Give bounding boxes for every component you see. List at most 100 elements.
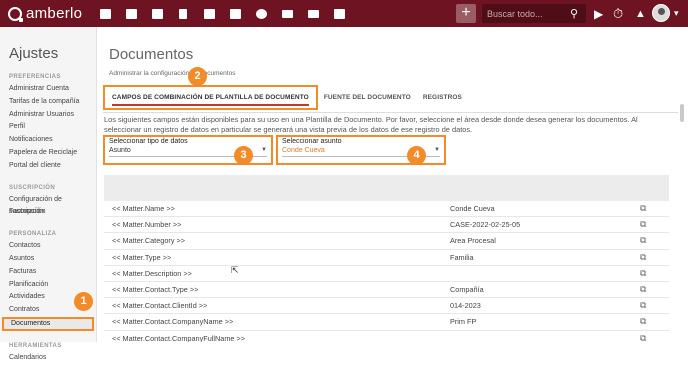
- table-row: << Matter.Contact.Type >> Compañía ⧉: [104, 282, 669, 299]
- step-badge-1: 1: [74, 292, 93, 311]
- field-name: << Matter.Category >>: [112, 236, 186, 246]
- field-value: Prim FP: [450, 317, 477, 327]
- billing-icon[interactable]: [196, 0, 222, 27]
- tab-bar: CAMPOS DE COMBINACIÓN DE PLANTILLA DE DO…: [103, 82, 678, 112]
- sidebar-section-header: HERRAMIENTAS: [9, 342, 62, 349]
- sidebar-item[interactable]: Administrar Usuarios: [0, 109, 96, 122]
- sidebar-item[interactable]: Perfil: [0, 121, 96, 134]
- matters-icon[interactable]: [144, 0, 170, 27]
- play-icon[interactable]: ▶: [594, 0, 603, 27]
- search-icon[interactable]: ⚲: [564, 7, 584, 20]
- sidebar-item[interactable]: Calendarios: [0, 352, 96, 365]
- mouse-cursor-icon: ⇱: [231, 265, 239, 275]
- matter-selected: Conde Cueva: [282, 147, 325, 154]
- sidebar-item[interactable]: Configuración de suscripción: [0, 194, 96, 216]
- field-value: CASE-2022-02-25-05: [450, 220, 521, 230]
- email-icon[interactable]: [300, 0, 326, 27]
- sidebar-section-header: PREFERENCIAS: [9, 74, 61, 80]
- field-value: Conde Cueva: [450, 204, 495, 214]
- field-name: << Matter.Contact.ClientId >>: [112, 301, 208, 311]
- copy-icon[interactable]: ⧉: [640, 333, 660, 342]
- main-content: Documentos Administrar la configuración …: [98, 27, 688, 342]
- sidebar-item[interactable]: Administrar Cuenta: [0, 83, 96, 96]
- field-value: Compañía: [450, 285, 484, 295]
- sidebar-section-header: PERSONALIZA: [9, 231, 57, 238]
- table-row: << Matter.Contact.CompanyFullName >> ⧉: [104, 331, 669, 342]
- sidebar-item[interactable]: Planificación: [0, 279, 96, 292]
- table-row: << Matter.Number >> CASE-2022-02-25-05 ⧉: [104, 217, 669, 234]
- copy-icon[interactable]: ⧉: [640, 284, 660, 295]
- avatar[interactable]: [652, 4, 670, 22]
- data-type-selected: Asunto: [109, 147, 131, 154]
- folder-icon[interactable]: [274, 0, 300, 27]
- image-icon[interactable]: [326, 0, 352, 27]
- sidebar-item[interactable]: Contactos: [0, 240, 96, 253]
- matter-label: Seleccionar asunto: [282, 138, 342, 145]
- calendar-icon[interactable]: [222, 0, 248, 27]
- logo-text: amberlo: [26, 5, 83, 22]
- table-row: << Matter.Type >> Familia ⧉: [104, 250, 669, 266]
- timer-icon[interactable]: ⏱: [613, 0, 623, 27]
- table-row: << Matter.Description >> ⧉: [104, 266, 669, 282]
- table-header: [104, 175, 669, 201]
- tab-merge-fields[interactable]: CAMPOS DE COMBINACIÓN DE PLANTILLA DE DO…: [103, 84, 318, 110]
- sidebar-item[interactable]: Tarifas de la compañía: [0, 96, 96, 109]
- field-name: << Matter.Contact.CompanyName >>: [112, 317, 234, 327]
- bell-icon[interactable]: ▲: [635, 0, 646, 27]
- copy-icon[interactable]: ⧉: [640, 316, 660, 327]
- page-title: Documentos: [109, 46, 194, 63]
- field-name: << Matter.Number >>: [112, 220, 182, 230]
- data-type-label: Seleccionar tipo de datos: [109, 138, 188, 145]
- main-nav: [92, 0, 352, 27]
- table-row: << Matter.Contact.CompanyName >> Prim FP ⧉: [104, 314, 669, 331]
- logo-icon: [8, 6, 23, 22]
- merge-fields-table: << Matter.Name >> Conde Cueva ⧉ << Matter.…: [104, 175, 669, 342]
- contacts-icon[interactable]: [118, 0, 144, 27]
- tab-document-source[interactable]: FUENTE DEL DOCUMENTO: [318, 94, 417, 101]
- sidebar-title: Ajustes: [9, 45, 59, 62]
- table-row: << Matter.Contact.ClientId >> 014-2023 ⧉: [104, 298, 669, 315]
- field-name: << Matter.Name >>: [112, 204, 175, 214]
- sidebar-item[interactable]: Facturas: [0, 266, 96, 279]
- field-value: Familia: [450, 252, 474, 262]
- sidebar-item[interactable]: Notificaciones: [0, 134, 96, 147]
- field-name: << Matter.Contact.Type >>: [112, 285, 199, 295]
- sidebar-item[interactable]: Papelera de Reciclaje: [0, 147, 96, 160]
- step-badge-2: 2: [188, 67, 207, 86]
- sidebar-item[interactable]: Asuntos: [0, 253, 96, 266]
- scrollbar-thumb[interactable]: [680, 104, 684, 122]
- sidebar-item-documentos[interactable]: Documentos: [2, 316, 94, 331]
- chevron-down-icon: ▼: [434, 147, 440, 153]
- dashboard-icon[interactable]: [92, 0, 118, 27]
- tab-divider: [103, 112, 678, 113]
- documents-icon[interactable]: [170, 0, 196, 27]
- step-badge-3: 3: [234, 146, 253, 165]
- tab-label: CAMPOS DE COMBINACIÓN DE PLANTILLA DE DO…: [112, 93, 309, 106]
- table-row: << Matter.Category >> Area Procesal ⧉: [104, 233, 669, 250]
- search-input[interactable]: [482, 8, 564, 19]
- chevron-down-icon[interactable]: ▾: [674, 0, 679, 27]
- tab-records[interactable]: REGISTROS: [417, 94, 468, 101]
- description-text: Los siguientes campos están disponibles …: [104, 115, 638, 134]
- copy-icon[interactable]: ⧉: [640, 300, 660, 311]
- sidebar-item[interactable]: Portal del cliente: [0, 160, 96, 173]
- chevron-down-icon: ▼: [261, 147, 267, 153]
- sidebar-item[interactable]: Facturación: [0, 206, 96, 219]
- field-name: << Matter.Description >>: [112, 268, 192, 278]
- field-value: 014-2023: [450, 301, 481, 311]
- copy-icon[interactable]: ⧉: [640, 252, 660, 263]
- copy-icon[interactable]: ⧉: [640, 235, 660, 246]
- sidebar-section-header: SUSCRIPCIÓN: [9, 184, 56, 191]
- copy-icon[interactable]: ⧉: [640, 268, 660, 279]
- field-value: Area Procesal: [450, 236, 496, 246]
- field-name: << Matter.Contact.CompanyFullName >>: [112, 333, 246, 342]
- add-button[interactable]: +: [456, 4, 476, 23]
- copy-icon[interactable]: ⧉: [640, 203, 660, 214]
- step-badge-4: 4: [407, 146, 426, 165]
- app-logo[interactable]: amberlo: [8, 5, 92, 22]
- time-icon[interactable]: [248, 0, 274, 27]
- field-name: << Matter.Type >>: [112, 252, 172, 262]
- table-row: << Matter.Name >> Conde Cueva ⧉: [104, 201, 669, 218]
- global-search: ⚲: [482, 4, 586, 23]
- copy-icon[interactable]: ⧉: [640, 219, 660, 230]
